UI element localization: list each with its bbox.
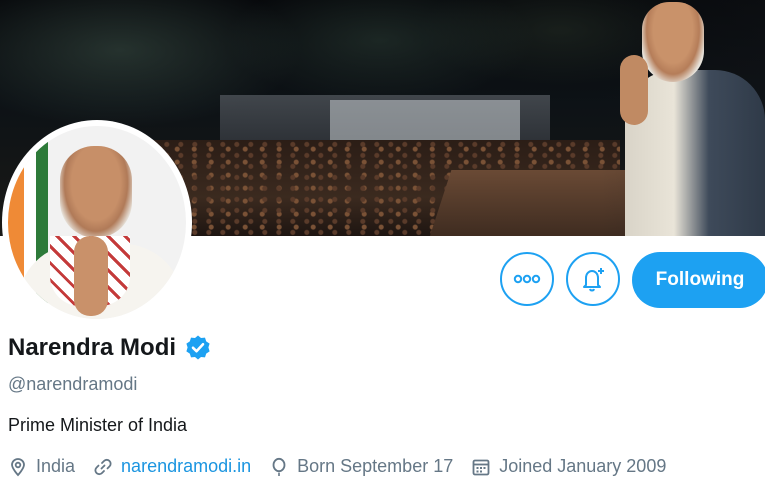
name-row: Narendra Modi bbox=[8, 334, 212, 362]
avatar-image bbox=[8, 126, 186, 319]
location-text: India bbox=[36, 456, 76, 476]
link-icon bbox=[94, 458, 112, 475]
balloon-icon bbox=[272, 457, 286, 476]
joined-text: Joined January 2009 bbox=[499, 456, 667, 476]
notifications-button[interactable] bbox=[566, 252, 620, 306]
verified-badge-icon bbox=[186, 335, 210, 360]
profile-meta: India narendramodi.in Born September 17 bbox=[8, 456, 666, 477]
location-pin-icon bbox=[11, 457, 25, 476]
joined-item: Joined January 2009 bbox=[471, 456, 666, 477]
banner-person-hands bbox=[620, 55, 648, 125]
profile-handle: @narendramodi bbox=[8, 374, 138, 394]
banner-person-head bbox=[642, 2, 704, 82]
birthday-text: Born September 17 bbox=[297, 456, 454, 476]
more-icon bbox=[513, 274, 541, 284]
website-link[interactable]: narendramodi.in bbox=[121, 456, 251, 477]
avatar-face bbox=[60, 146, 132, 238]
avatar-hands bbox=[74, 236, 108, 316]
more-options-button[interactable] bbox=[500, 252, 554, 306]
website-item[interactable]: narendramodi.in bbox=[93, 456, 251, 477]
banner-building-lights bbox=[330, 100, 520, 140]
display-name: Narendra Modi bbox=[8, 334, 177, 361]
bell-plus-icon bbox=[583, 268, 604, 292]
calendar-icon bbox=[472, 459, 490, 475]
profile-bio: Prime Minister of India bbox=[8, 415, 188, 435]
location-item: India bbox=[8, 456, 75, 477]
profile-avatar[interactable] bbox=[2, 120, 192, 325]
birthday-item: Born September 17 bbox=[269, 456, 453, 477]
profile-page: Following Narendra Modi @narendramodi Pr… bbox=[0, 0, 765, 500]
following-button[interactable]: Following bbox=[632, 252, 765, 308]
